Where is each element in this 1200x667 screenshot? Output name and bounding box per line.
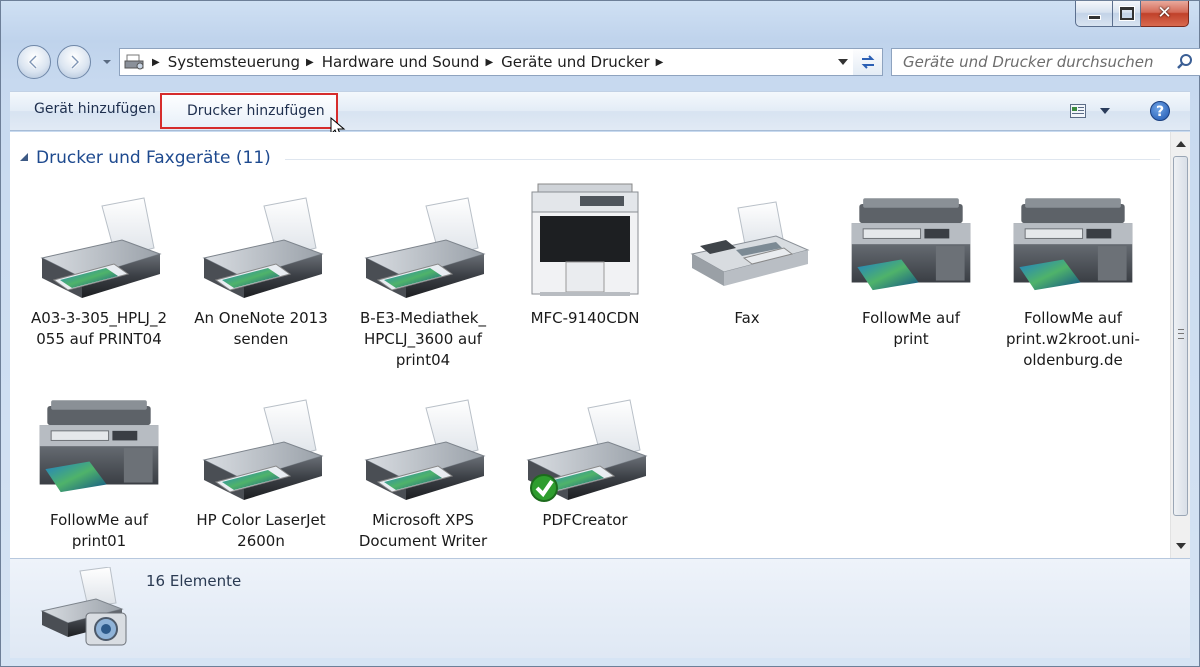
- address-history-dropdown-icon[interactable]: [838, 58, 848, 66]
- group-title: Drucker und Faxgeräte (11): [36, 148, 271, 168]
- device-item[interactable]: An OneNote 2013 senden: [186, 188, 336, 350]
- device-label: B-E3-Mediathek_ HPCLJ_3600 auf print04: [360, 309, 486, 369]
- view-options-dropdown-icon[interactable]: [1100, 108, 1110, 114]
- close-button[interactable]: ✕: [1141, 1, 1189, 27]
- refresh-icon: [861, 55, 874, 69]
- printer-icon: [365, 197, 485, 299]
- caption-buttons: ✕: [1075, 1, 1189, 29]
- device-list: Drucker und Faxgeräte (11) A03-3-305_HPL…: [10, 132, 1170, 558]
- maximize-button[interactable]: [1113, 1, 1141, 27]
- printer-icon: [365, 399, 485, 501]
- device-label: Fax: [734, 309, 760, 327]
- device-item[interactable]: FollowMe auf print.w2kroot.uni-oldenburg.…: [998, 188, 1148, 371]
- breadcrumb-systemsteuerung[interactable]: Systemsteuerung: [168, 53, 300, 71]
- vertical-scrollbar[interactable]: [1170, 132, 1190, 558]
- recent-pages-dropdown[interactable]: [101, 55, 113, 69]
- command-bar: Gerät hinzufügen Drucker hinzufügen ?: [10, 91, 1190, 138]
- device-label: FollowMe auf print: [862, 309, 960, 348]
- add-printer-label: Drucker hinzufügen: [187, 103, 325, 119]
- arrow-left-icon: [27, 54, 38, 70]
- control-panel-printer-icon: [124, 54, 144, 70]
- breadcrumb-separator-icon[interactable]: ▶: [485, 57, 493, 68]
- navigation-bar: ▶ Systemsteuerung ▶ Hardware und Sound ▶…: [13, 45, 1200, 83]
- device-item[interactable]: MFC-9140CDN: [510, 180, 660, 329]
- printer-icon: [203, 197, 323, 299]
- device-item[interactable]: B-E3-Mediathek_ HPCLJ_3600 auf print04: [348, 188, 498, 371]
- help-icon[interactable]: ?: [1150, 101, 1170, 121]
- item-count: 16 Elemente: [146, 572, 242, 590]
- breadcrumb-geraete-und-drucker[interactable]: Geräte und Drucker: [501, 53, 649, 71]
- back-button[interactable]: [17, 45, 51, 79]
- device-item[interactable]: Microsoft XPS Document Writer: [348, 390, 498, 552]
- minimize-button[interactable]: [1075, 1, 1113, 27]
- breadcrumb-separator-icon[interactable]: ▶: [152, 57, 160, 68]
- add-device-button[interactable]: Gerät hinzufügen: [34, 101, 156, 117]
- refresh-button[interactable]: [853, 48, 883, 76]
- scrollbar-thumb[interactable]: [1173, 156, 1188, 516]
- search-input[interactable]: Geräte und Drucker durchsuchen: [903, 53, 1176, 71]
- printer-default-icon: [527, 399, 647, 502]
- forward-button[interactable]: [57, 45, 91, 79]
- devices-and-printers-icon: [40, 567, 127, 646]
- mfp-icon: [39, 399, 159, 493]
- device-label: PDFCreator: [542, 511, 628, 529]
- mfp-icon: [851, 197, 971, 291]
- maximize-icon: [1119, 7, 1134, 20]
- arrow-right-icon: [70, 54, 81, 70]
- collapse-triangle-icon[interactable]: [20, 153, 28, 161]
- change-view-icon[interactable]: [1070, 104, 1086, 118]
- group-header[interactable]: Drucker und Faxgeräte (11): [20, 148, 1160, 168]
- minimize-icon: [1087, 15, 1101, 20]
- group-divider: [284, 158, 1160, 160]
- device-label: HP Color LaserJet 2600n: [196, 511, 326, 550]
- printer-icon: [203, 399, 323, 501]
- device-item[interactable]: FollowMe auf print01: [24, 390, 174, 552]
- multifunction-printer-icon: [531, 183, 639, 296]
- device-item[interactable]: PDFCreator: [510, 390, 660, 531]
- device-item[interactable]: A03-3-305_HPLJ_2 055 auf PRINT04: [24, 188, 174, 350]
- breadcrumb-separator-icon[interactable]: ▶: [656, 57, 664, 68]
- printer-icon: [41, 197, 161, 299]
- scroll-down-icon[interactable]: [1176, 542, 1186, 550]
- device-item[interactable]: HP Color LaserJet 2600n: [186, 390, 336, 552]
- device-item[interactable]: Fax: [672, 188, 822, 329]
- breadcrumb-hardware-und-sound[interactable]: Hardware und Sound: [322, 53, 480, 71]
- device-label: FollowMe auf print01: [50, 511, 148, 550]
- window-frame: ✕ ▶ Systemsteuerung ▶ Hardware und Sound…: [0, 0, 1200, 667]
- device-item[interactable]: FollowMe auf print: [836, 188, 986, 350]
- fax-icon: [690, 201, 810, 286]
- device-label: FollowMe auf print.w2kroot.uni-oldenburg.…: [1006, 309, 1140, 369]
- details-pane: 16 Elemente: [10, 558, 1190, 658]
- address-bar[interactable]: ▶ Systemsteuerung ▶ Hardware und Sound ▶…: [119, 48, 855, 76]
- scroll-up-icon[interactable]: [1176, 140, 1186, 148]
- breadcrumb-separator-icon[interactable]: ▶: [306, 57, 314, 68]
- search-icon[interactable]: [1176, 53, 1194, 71]
- device-label: Microsoft XPS Document Writer: [358, 511, 488, 550]
- device-label: An OneNote 2013 senden: [194, 309, 328, 348]
- search-box[interactable]: Geräte und Drucker durchsuchen: [891, 48, 1200, 76]
- close-icon: ✕: [1157, 3, 1172, 23]
- grip-icon: [1178, 329, 1184, 339]
- device-label: MFC-9140CDN: [530, 309, 640, 327]
- mfp-icon: [1013, 197, 1133, 291]
- device-label: A03-3-305_HPLJ_2 055 auf PRINT04: [31, 309, 167, 348]
- add-printer-button[interactable]: Drucker hinzufügen: [160, 93, 338, 129]
